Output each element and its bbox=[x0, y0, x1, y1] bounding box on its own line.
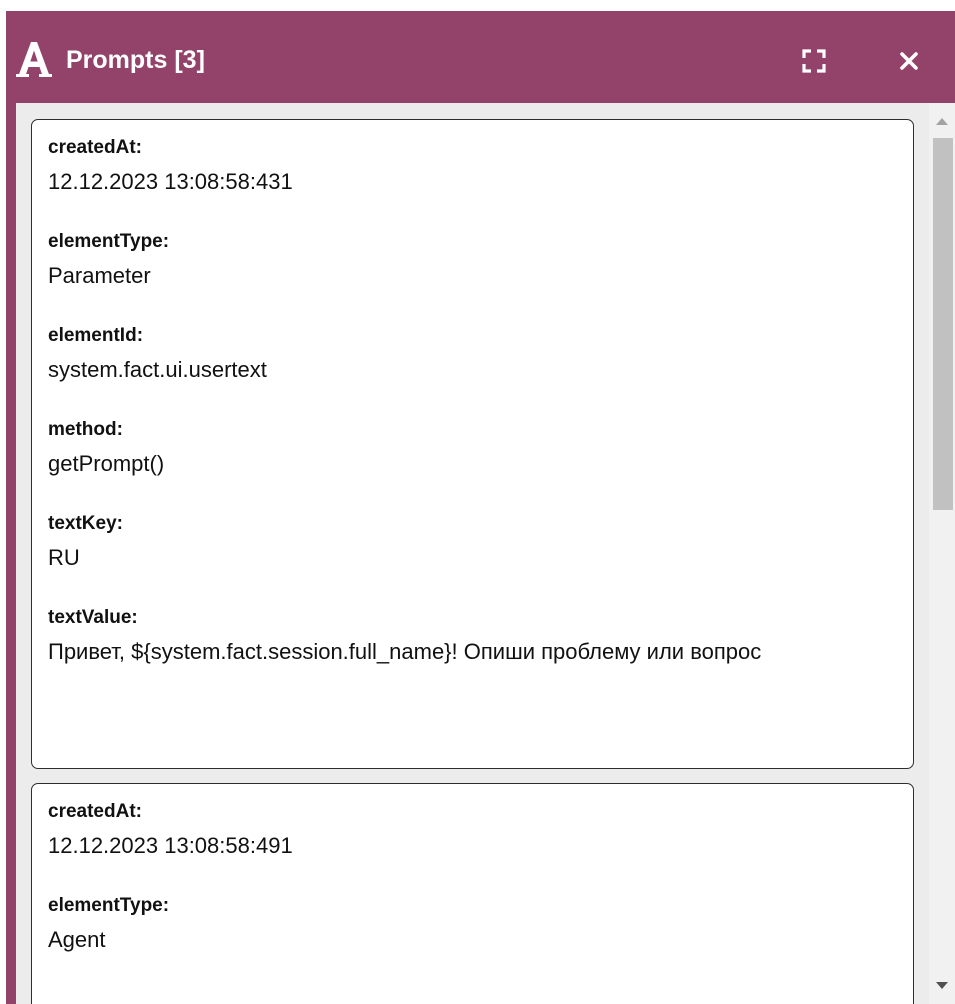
prompt-field-created-at: createdAt: 12.12.2023 13:08:58:431 bbox=[48, 136, 897, 200]
field-label: textKey: bbox=[48, 513, 123, 534]
field-value: system.fact.ui.usertext bbox=[48, 357, 267, 382]
close-icon[interactable] bbox=[894, 46, 924, 76]
field-label: elementType: bbox=[48, 231, 170, 252]
prompt-field-text-value: textValue: Привет, ${system.fact.session… bbox=[48, 606, 897, 670]
prompt-card: createdAt: 12.12.2023 13:08:58:491 eleme… bbox=[31, 783, 914, 1004]
scroll-down-arrow-icon[interactable] bbox=[932, 978, 952, 994]
field-value: getPrompt() bbox=[48, 451, 165, 476]
window-title: Prompts [3] bbox=[66, 46, 205, 74]
field-label: elementType: bbox=[48, 895, 170, 916]
field-label: createdAt: bbox=[48, 137, 142, 158]
prompt-field-method: method: getPrompt() bbox=[48, 418, 897, 482]
field-label: method: bbox=[48, 419, 123, 440]
field-label: createdAt: bbox=[48, 801, 142, 822]
field-value: Parameter bbox=[48, 263, 151, 288]
prompt-card: createdAt: 12.12.2023 13:08:58:431 eleme… bbox=[31, 119, 914, 769]
field-value: Привет, ${system.fact.session.full_name}… bbox=[48, 639, 762, 664]
app-logo-icon bbox=[16, 42, 52, 77]
prompt-field-element-id: elementId: system.fact.ui.usertext bbox=[48, 324, 897, 388]
field-label: textValue: bbox=[48, 607, 138, 628]
prompts-list[interactable]: createdAt: 12.12.2023 13:08:58:431 eleme… bbox=[16, 103, 929, 1004]
scrollbar-thumb[interactable] bbox=[933, 138, 953, 510]
prompt-field-created-at: createdAt: 12.12.2023 13:08:58:491 bbox=[48, 800, 897, 864]
field-value: 12.12.2023 13:08:58:491 bbox=[48, 833, 293, 858]
field-label: elementId: bbox=[48, 325, 144, 346]
scroll-up-arrow-icon[interactable] bbox=[932, 113, 952, 129]
window-left-border bbox=[6, 103, 16, 1004]
prompt-field-text-key: textKey: RU bbox=[48, 512, 897, 576]
prompt-field-element-type: elementType: Parameter bbox=[48, 230, 897, 294]
field-value: Agent bbox=[48, 927, 106, 952]
field-value: RU bbox=[48, 545, 80, 570]
prompts-window: Prompts [3] createdAt: 12.12.2023 13:08:… bbox=[0, 0, 955, 1004]
prompt-field-element-type: elementType: Agent bbox=[48, 894, 897, 958]
field-value: 12.12.2023 13:08:58:431 bbox=[48, 169, 293, 194]
fullscreen-icon[interactable] bbox=[800, 47, 828, 75]
